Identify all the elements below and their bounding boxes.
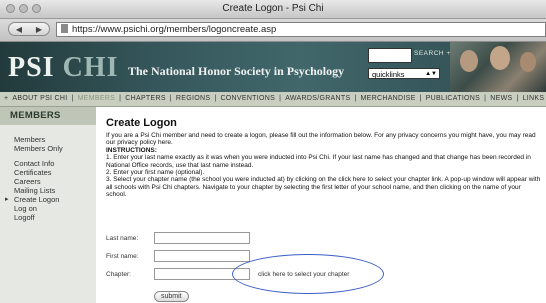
instruction-step-2: 2. Enter your first name (optional). <box>106 169 205 177</box>
chapter-label: Chapter: <box>106 271 131 278</box>
sidebar-heading: MEMBERS <box>0 107 96 125</box>
nav-plus-icon: + <box>4 95 9 102</box>
intro-text: If you are a Psi Chi member and need to … <box>106 132 536 147</box>
window-titlebar: Create Logon - Psi Chi <box>0 0 546 19</box>
address-bar[interactable]: https://www.psichi.org/members/logoncrea… <box>56 22 546 37</box>
nav-item-about-psi-chi[interactable]: ABOUT PSI CHI <box>12 95 67 102</box>
nav-divider: | <box>484 95 487 102</box>
site-logo[interactable]: PSI CHI <box>8 52 118 84</box>
site-tagline: The National Honor Society in Psychology <box>128 64 345 78</box>
nav-item-regions[interactable]: REGIONS <box>176 95 210 102</box>
sidebar-item-members[interactable]: Members <box>14 135 96 144</box>
sidebar-item-logoff[interactable]: Logoff <box>14 213 96 222</box>
search-button[interactable]: SEARCH + <box>414 50 451 57</box>
main-nav: + ABOUT PSI CHI | MEMBERS | CHAPTERS | REGIONS |… <box>0 92 546 107</box>
nav-item-members[interactable]: MEMBERS <box>78 95 116 102</box>
sidebar-group-secondary: Contact Info Certificates Careers Mailin… <box>0 153 96 222</box>
nav-item-chapters[interactable]: CHAPTERS <box>125 95 166 102</box>
sidebar-group-primary: Members Members Only <box>0 125 96 153</box>
logo-psi: PSI <box>8 52 55 83</box>
first-name-label: First name: <box>106 253 139 260</box>
nav-divider: | <box>71 95 74 102</box>
lock-icon <box>61 24 68 33</box>
nav-item-links[interactable]: LINKS <box>523 95 545 102</box>
nav-divider: | <box>214 95 217 102</box>
last-name-input[interactable] <box>154 232 250 244</box>
sidebar-item-members-only[interactable]: Members Only <box>14 144 96 153</box>
sidebar: MEMBERS Members Members Only Contact Inf… <box>0 107 96 303</box>
nav-divider: | <box>354 95 357 102</box>
logo-chi: CHI <box>62 52 119 83</box>
instruction-step-3: 3. Select your chapter name (the school … <box>106 176 541 199</box>
window-title: Create Logon - Psi Chi <box>222 3 324 14</box>
nav-divider: | <box>279 95 282 102</box>
browser-toolbar: ◀ ▶ https://www.psichi.org/members/logon… <box>0 19 546 42</box>
last-name-label: Last name: <box>106 235 139 242</box>
quicklinks-select[interactable]: quicklinks ▲▼ <box>368 68 440 79</box>
back-icon[interactable]: ◀ <box>16 25 22 34</box>
submit-button[interactable]: submit <box>154 291 189 302</box>
nav-item-conventions[interactable]: CONVENTIONS <box>220 95 275 102</box>
instructions-heading: INSTRUCTIONS: <box>106 146 157 154</box>
search-input[interactable] <box>368 48 412 63</box>
sidebar-item-log-on[interactable]: Log on <box>14 204 96 213</box>
nav-item-publications[interactable]: PUBLICATIONS <box>426 95 480 102</box>
site-banner: PSI CHI The National Honor Society in Ps… <box>0 42 546 92</box>
sidebar-item-careers[interactable]: Careers <box>14 177 96 186</box>
sidebar-item-certificates[interactable]: Certificates <box>14 168 96 177</box>
sidebar-item-mailing-lists[interactable]: Mailing Lists <box>14 186 96 195</box>
nav-item-awards-grants[interactable]: AWARDS/GRANTS <box>285 95 350 102</box>
nav-divider: | <box>169 95 172 102</box>
dropdown-arrow-icon: ▲▼ <box>425 71 437 77</box>
nav-divider: | <box>516 95 519 102</box>
instruction-step-1: 1. Enter your last name exactly as it wa… <box>106 154 531 169</box>
sidebar-item-create-logon[interactable]: Create Logon <box>5 195 96 204</box>
nav-divider: | <box>119 95 122 102</box>
quicklinks-label: quicklinks <box>372 70 405 79</box>
nav-divider: | <box>419 95 422 102</box>
back-forward-buttons[interactable]: ◀ ▶ <box>8 22 50 36</box>
first-name-input[interactable] <box>154 250 250 262</box>
banner-photo-collage <box>450 42 546 92</box>
main-content: Create Logon If you are a Psi Chi member… <box>106 117 542 199</box>
sidebar-item-contact-info[interactable]: Contact Info <box>14 159 96 168</box>
annotation-circle <box>232 254 384 294</box>
page-title: Create Logon <box>106 117 177 129</box>
url-text[interactable]: https://www.psichi.org/members/logoncrea… <box>72 24 276 35</box>
forward-icon[interactable]: ▶ <box>36 25 42 34</box>
nav-item-merchandise[interactable]: MERCHANDISE <box>361 95 416 102</box>
nav-item-news[interactable]: NEWS <box>490 95 512 102</box>
